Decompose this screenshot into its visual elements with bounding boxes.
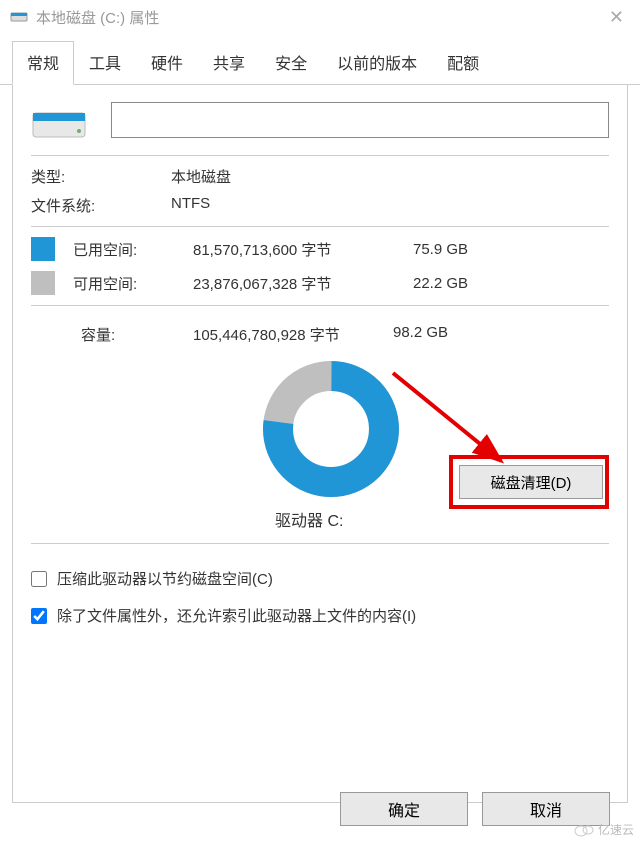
- fs-value: NTFS: [171, 195, 210, 216]
- compress-label: 压缩此驱动器以节约磁盘空间(C): [57, 568, 273, 589]
- general-panel: 类型: 本地磁盘 文件系统: NTFS 已用空间: 81,570,713,600…: [12, 85, 628, 803]
- index-checkbox[interactable]: [31, 608, 47, 624]
- used-gb: 75.9 GB: [413, 241, 468, 258]
- free-bytes: 23,876,067,328 字节: [193, 273, 413, 294]
- index-label: 除了文件属性外，还允许索引此驱动器上文件的内容(I): [57, 605, 416, 626]
- close-icon[interactable]: ✕: [603, 7, 630, 28]
- watermark: 亿速云: [574, 821, 634, 838]
- free-label: 可用空间:: [73, 273, 193, 294]
- tab-strip: 常规 工具 硬件 共享 安全 以前的版本 配额: [0, 40, 640, 85]
- ok-button[interactable]: 确定: [340, 792, 468, 826]
- separator: [31, 155, 609, 156]
- tab-previous-versions[interactable]: 以前的版本: [322, 41, 432, 85]
- usage-donut-chart: [261, 359, 401, 499]
- tab-general[interactable]: 常规: [12, 41, 74, 85]
- drive-label: 驱动器 C:: [275, 507, 343, 531]
- drive-name-input[interactable]: [111, 102, 609, 138]
- used-label: 已用空间:: [73, 239, 193, 260]
- used-swatch: [31, 237, 55, 261]
- tab-hardware[interactable]: 硬件: [136, 41, 198, 85]
- type-label: 类型:: [31, 166, 171, 187]
- capacity-bytes: 105,446,780,928 字节: [193, 324, 393, 345]
- window-title: 本地磁盘 (C:) 属性: [36, 7, 603, 28]
- compress-checkbox[interactable]: [31, 571, 47, 587]
- titlebar: 本地磁盘 (C:) 属性 ✕: [0, 0, 640, 34]
- compress-checkbox-row[interactable]: 压缩此驱动器以节约磁盘空间(C): [31, 568, 609, 589]
- disk-cleanup-button[interactable]: 磁盘清理(D): [459, 465, 603, 499]
- free-gb: 22.2 GB: [413, 275, 468, 292]
- used-bytes: 81,570,713,600 字节: [193, 239, 413, 260]
- tab-tools[interactable]: 工具: [74, 41, 136, 85]
- capacity-label: 容量:: [31, 324, 193, 345]
- drive-icon: [31, 99, 87, 141]
- index-checkbox-row[interactable]: 除了文件属性外，还允许索引此驱动器上文件的内容(I): [31, 605, 609, 626]
- separator: [31, 543, 609, 544]
- dialog-footer: 确定 取消: [340, 792, 610, 826]
- free-swatch: [31, 271, 55, 295]
- tab-security[interactable]: 安全: [260, 41, 322, 85]
- separator: [31, 226, 609, 227]
- type-value: 本地磁盘: [171, 166, 231, 187]
- capacity-gb: 98.2 GB: [393, 324, 448, 345]
- tab-quota[interactable]: 配额: [432, 41, 494, 85]
- tab-sharing[interactable]: 共享: [198, 41, 260, 85]
- separator: [31, 305, 609, 306]
- fs-label: 文件系统:: [31, 195, 171, 216]
- drive-icon-small: [10, 6, 28, 28]
